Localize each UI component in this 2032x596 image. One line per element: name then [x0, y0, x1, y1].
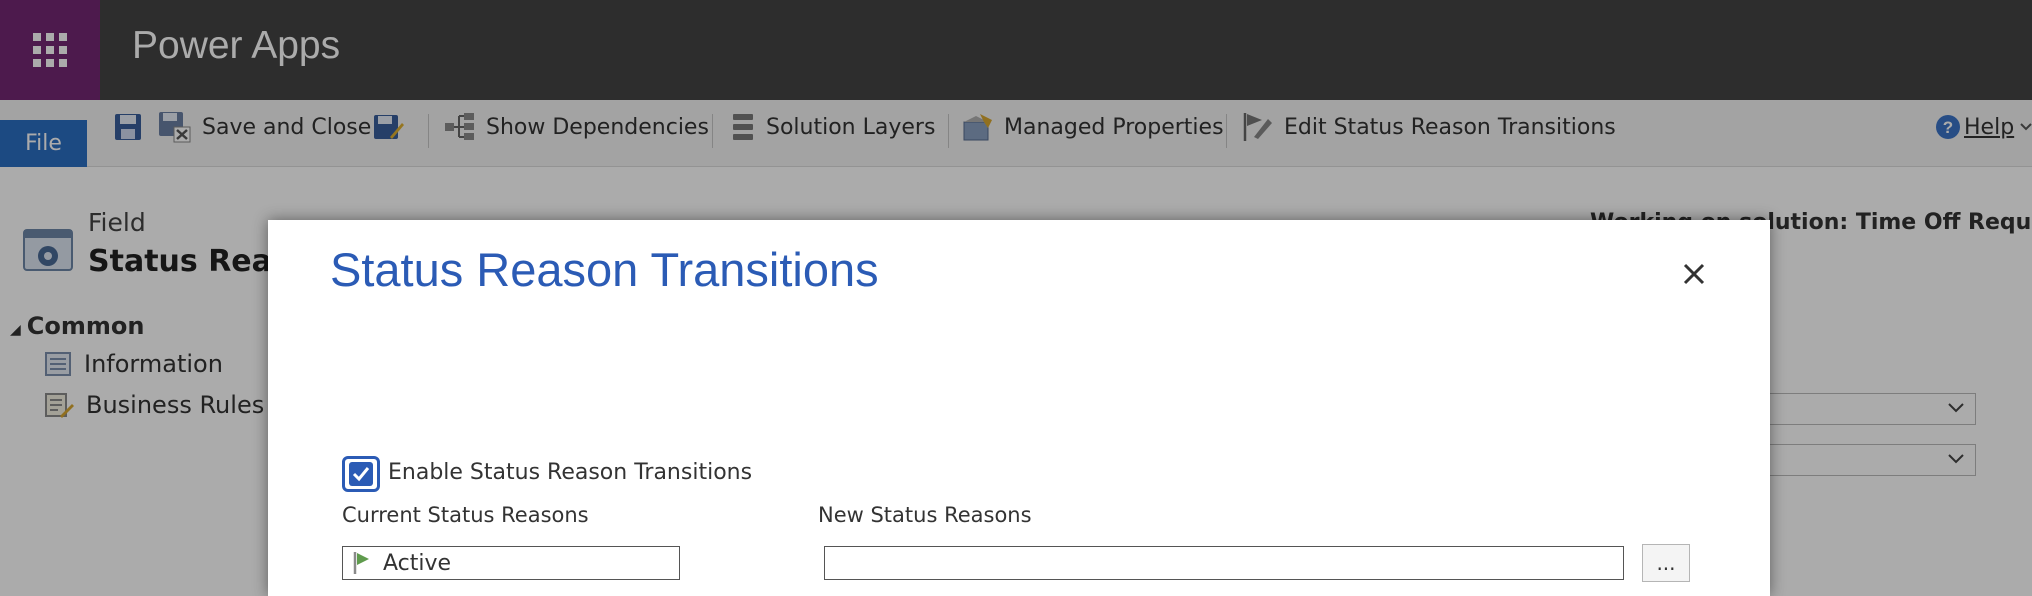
current-status-reason-value: Active — [383, 550, 452, 576]
current-status-reasons-header: Current Status Reasons — [342, 503, 589, 527]
current-status-reason-row: Active — [342, 546, 680, 580]
dialog-title: Status Reason Transitions — [330, 243, 879, 296]
enable-transitions-checkbox[interactable] — [342, 456, 380, 492]
status-flag-icon — [353, 552, 369, 574]
checkbox-fill — [349, 462, 373, 486]
status-reason-transitions-dialog: Status Reason Transitions Enable Status … — [268, 220, 1770, 596]
new-status-reasons-field[interactable] — [824, 546, 1624, 580]
checkmark-icon — [352, 467, 370, 482]
enable-transitions-label: Enable Status Reason Transitions — [388, 460, 753, 485]
new-status-reasons-header: New Status Reasons — [818, 503, 1032, 527]
browse-status-reasons-button[interactable]: ... — [1642, 544, 1690, 582]
close-button[interactable] — [1678, 258, 1710, 290]
close-icon — [1683, 263, 1705, 285]
